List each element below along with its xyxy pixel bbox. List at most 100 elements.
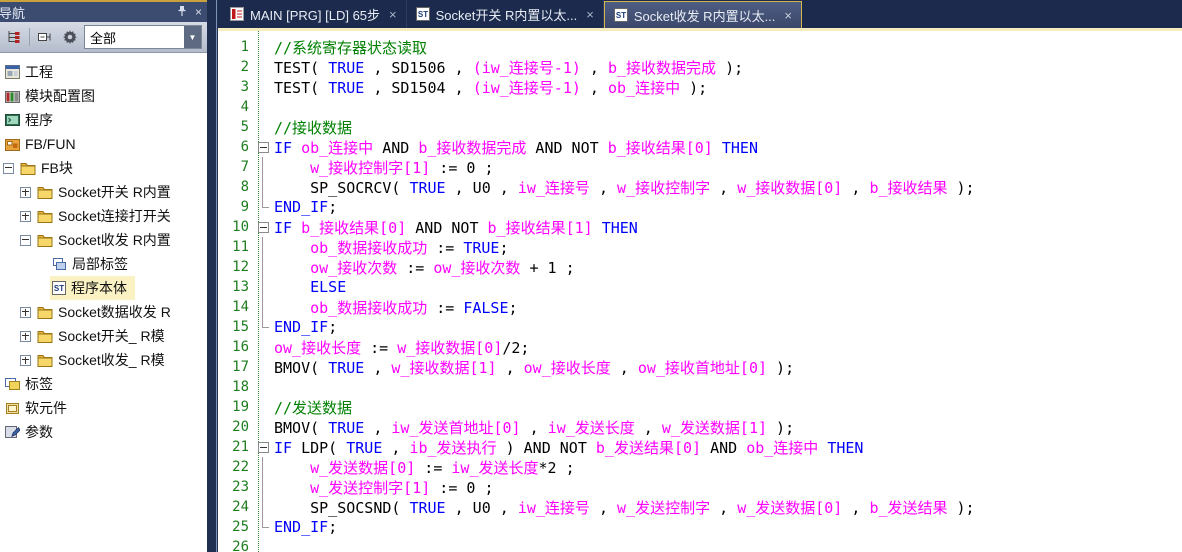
code-text: ow_接收次数 := ow_接收次数 + 1 ; — [274, 257, 575, 278]
code-line[interactable]: 26 — [218, 537, 1182, 552]
tree-item-inner: 局部标签 — [50, 252, 136, 276]
document-tab[interactable]: STSocket收发 R内置以太...× — [604, 1, 802, 28]
expand-icon[interactable] — [20, 331, 31, 342]
code-text: BMOV( TRUE , w_接收数据[1] , ow_接收长度 , ow_接收… — [274, 357, 794, 378]
code-token: TEST( — [274, 59, 328, 77]
connection-view-icon[interactable] — [3, 26, 25, 48]
code-token: ); — [716, 59, 743, 77]
code-text: TEST( TRUE , SD1506 , (iw_连接号-1) , b_接收数… — [274, 57, 743, 78]
collapse-icon[interactable] — [3, 163, 14, 174]
code-text: END_IF; — [274, 198, 337, 216]
tree-item-inner: Socket开关 R内置 — [35, 180, 179, 204]
fold-margin — [255, 237, 274, 257]
code-line[interactable]: 12 ow_接收次数 := ow_接收次数 + 1 ; — [218, 257, 1182, 277]
tree-item[interactable]: FB/FUN — [0, 132, 207, 156]
tree-item[interactable]: Socket数据收发 R — [0, 300, 207, 324]
tree-item[interactable]: 参数 — [0, 420, 207, 444]
code-line[interactable]: 6IF ob_连接中 AND b_接收数据完成 AND NOT b_接收结果[0… — [218, 137, 1182, 157]
code-line[interactable]: 13 ELSE — [218, 277, 1182, 297]
tree-item[interactable]: 工程 — [0, 60, 207, 84]
code-line[interactable]: 19//发送数据 — [218, 397, 1182, 417]
code-line[interactable]: 10IF b_接收结果[0] AND NOT b_接收结果[1] THEN — [218, 217, 1182, 237]
line-number: 4 — [218, 99, 255, 115]
code-token: ); — [948, 179, 975, 197]
document-tab[interactable]: MAIN [PRG] [LD] 65步× — [221, 0, 407, 28]
tree-item[interactable]: Socket连接打开关 — [0, 204, 207, 228]
tree-item[interactable]: 标签 — [0, 372, 207, 396]
collapse-icon[interactable] — [20, 235, 31, 246]
close-icon[interactable]: × — [389, 7, 397, 22]
collapse-tree-icon[interactable] — [34, 26, 56, 48]
code-line[interactable]: 5//接收数据 — [218, 117, 1182, 137]
code-line[interactable]: 20BMOV( TRUE , iw_发送首地址[0] , iw_发送长度 , w… — [218, 417, 1182, 437]
code-token: ib_发送执行 — [409, 439, 496, 457]
document-tab[interactable]: STSocket开关 R内置以太...× — [407, 0, 604, 28]
code-token: ); — [680, 79, 707, 97]
tree-item[interactable]: 软元件 — [0, 396, 207, 420]
code-line[interactable]: 9END_IF; — [218, 197, 1182, 217]
settings-gear-icon[interactable] — [59, 26, 81, 48]
tree-item[interactable]: 模块配置图 — [0, 84, 207, 108]
code-text: w_发送控制字[1] := 0 ; — [274, 477, 494, 498]
chevron-down-icon[interactable]: ▼ — [184, 26, 201, 48]
close-icon[interactable]: × — [195, 6, 202, 18]
code-line[interactable]: 4 — [218, 97, 1182, 117]
close-icon[interactable]: × — [784, 8, 792, 23]
code-token: , — [521, 419, 548, 437]
code-line[interactable]: 18 — [218, 377, 1182, 397]
tree-item[interactable]: 程序 — [0, 108, 207, 132]
code-line[interactable]: 24 SP_SOCSND( TRUE , U0 , iw_连接号 , w_发送控… — [218, 497, 1182, 517]
code-token: w_接收控制字 — [617, 179, 710, 197]
code-line[interactable]: 25END_IF; — [218, 517, 1182, 537]
code-line[interactable]: 2TEST( TRUE , SD1506 , (iw_连接号-1) , b_接收… — [218, 57, 1182, 77]
tree-item[interactable]: Socket收发_ R模 — [0, 348, 207, 372]
tree-item[interactable]: FB块 — [0, 156, 207, 180]
code-text: //接收数据 — [274, 117, 352, 138]
tree-item[interactable]: Socket收发 R内置 — [0, 228, 207, 252]
code-token: BMOV( — [274, 419, 328, 437]
svg-text:ST: ST — [616, 11, 626, 20]
panel-splitter[interactable] — [207, 0, 218, 552]
navigation-panel: 导航 × 全部 ▼ 工程模块配置图程序FB/FUNFB块Socket开关 R内 — [0, 0, 207, 552]
expand-icon[interactable] — [20, 211, 31, 222]
code-line[interactable]: 17BMOV( TRUE , w_接收数据[1] , ow_接收长度 , ow_… — [218, 357, 1182, 377]
code-line[interactable]: 7 w_接收控制字[1] := 0 ; — [218, 157, 1182, 177]
code-token — [274, 159, 310, 177]
expand-icon[interactable] — [20, 187, 31, 198]
code-line[interactable]: 11 ob_数据接收成功 := TRUE; — [218, 237, 1182, 257]
st-editor[interactable]: 1//系统寄存器状态读取2TEST( TRUE , SD1506 , (iw_连… — [218, 31, 1182, 552]
line-number: 12 — [218, 259, 255, 275]
tree-item[interactable]: 局部标签 — [0, 252, 207, 276]
fold-collapse-icon[interactable] — [258, 222, 269, 233]
expand-icon[interactable] — [20, 355, 31, 366]
code-line[interactable]: 1//系统寄存器状态读取 — [218, 37, 1182, 57]
code-line[interactable]: 3TEST( TRUE , SD1504 , (iw_连接号-1) , ob_连… — [218, 77, 1182, 97]
fold-collapse-icon[interactable] — [258, 442, 269, 453]
line-number: 23 — [218, 479, 255, 495]
toolbar-separator — [29, 28, 30, 46]
parameter-icon — [5, 425, 20, 439]
code-line[interactable]: 14 ob_数据接收成功 := FALSE; — [218, 297, 1182, 317]
code-line[interactable]: 16ow_接收长度 := w_接收数据[0]/2; — [218, 337, 1182, 357]
pin-icon[interactable] — [177, 5, 187, 19]
code-line[interactable]: 8 SP_SOCRCV( TRUE , U0 , iw_连接号 , w_接收控制… — [218, 177, 1182, 197]
code-token: ); — [767, 359, 794, 377]
tree-item[interactable]: ST程序本体 — [0, 276, 207, 300]
tree-item[interactable]: Socket开关 R内置 — [0, 180, 207, 204]
code-line[interactable]: 21IF LDP( TRUE , ib_发送执行 ) AND NOT b_发送结… — [218, 437, 1182, 457]
line-number: 3 — [218, 79, 255, 95]
code-text: IF ob_连接中 AND b_接收数据完成 AND NOT b_接收结果[0]… — [274, 137, 758, 158]
code-line[interactable]: 23 w_发送控制字[1] := 0 ; — [218, 477, 1182, 497]
fold-collapse-icon[interactable] — [258, 142, 269, 153]
code-line[interactable]: 15END_IF; — [218, 317, 1182, 337]
code-text: END_IF; — [274, 318, 337, 336]
expand-icon[interactable] — [20, 307, 31, 318]
tree-item-label: 软元件 — [25, 398, 67, 418]
tree-filter-dropdown[interactable]: 全部 ▼ — [84, 25, 202, 49]
line-number: 24 — [218, 499, 255, 515]
close-icon[interactable]: × — [586, 7, 594, 22]
code-token: w_发送控制字[1] — [310, 479, 430, 497]
code-token: AND NOT — [526, 139, 607, 157]
tree-item[interactable]: Socket开关_ R模 — [0, 324, 207, 348]
code-line[interactable]: 22 w_发送数据[0] := iw_发送长度*2 ; — [218, 457, 1182, 477]
